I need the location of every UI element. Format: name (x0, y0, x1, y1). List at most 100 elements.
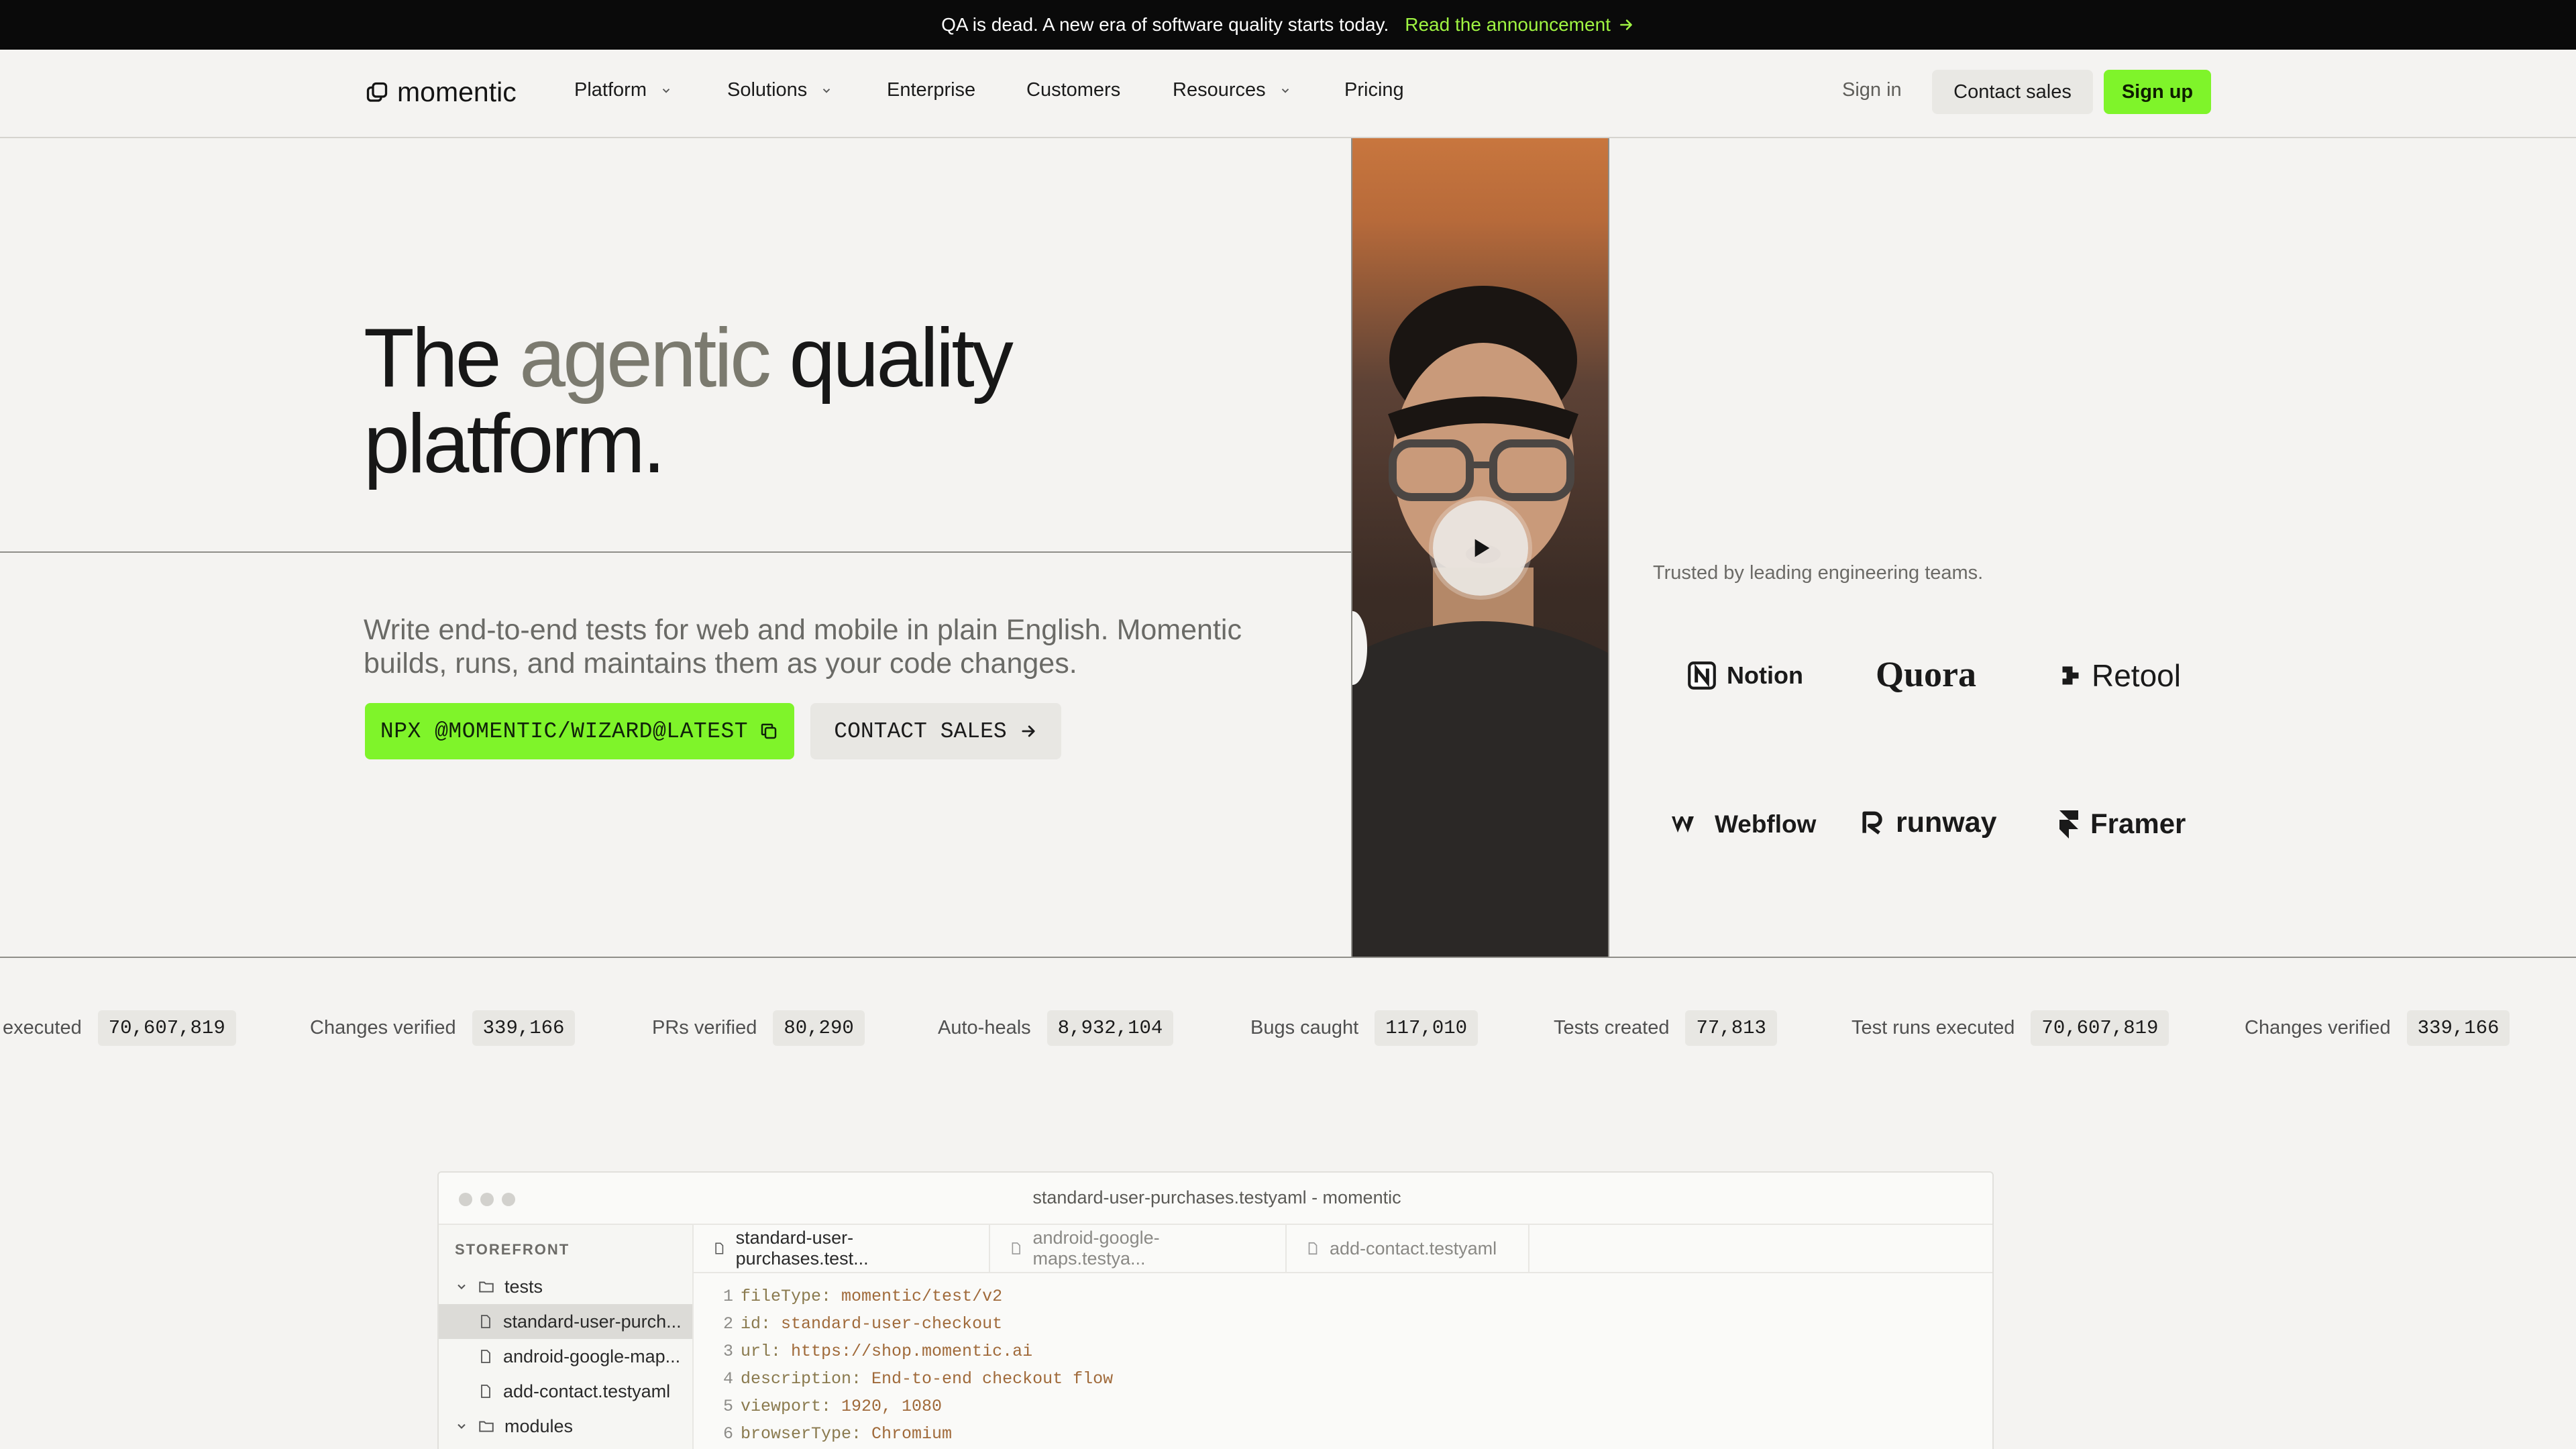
nav-enterprise[interactable]: Enterprise (887, 79, 975, 101)
nav-solutions[interactable]: Solutions (727, 79, 833, 101)
hero-title-part: The (364, 312, 520, 405)
divider (0, 957, 2576, 958)
line-number: 2 (723, 1314, 734, 1334)
tree-folder-tests[interactable]: tests (439, 1269, 692, 1304)
stat-item: Changes verified 339,166 (2245, 1006, 2510, 1049)
file-icon (481, 1315, 490, 1328)
logo[interactable]: momentic (365, 76, 517, 108)
nav-pricing[interactable]: Pricing (1344, 79, 1404, 101)
contact-sales-button[interactable]: Contact sales (1932, 70, 2093, 114)
nav-customers[interactable]: Customers (1026, 79, 1120, 101)
stat-value: 70,607,819 (97, 1010, 236, 1046)
stat-value: 70,607,819 (2031, 1010, 2169, 1046)
stat-label: PRs verified (652, 1016, 757, 1038)
retool-logo-text: Retool (2092, 658, 2181, 693)
quora-logo: Quora (1876, 653, 1976, 695)
play-button[interactable] (1433, 500, 1528, 596)
webflow-icon (1672, 816, 1694, 833)
webflow-logo-text: Webflow (1715, 810, 1817, 838)
code-line: 4 description: End-to-end checkout flow (694, 1365, 1992, 1393)
stat-value: 339,166 (472, 1010, 576, 1046)
hero-contact-sales-label: CONTACT SALES (834, 718, 1007, 744)
nav-platform-label: Platform (574, 79, 647, 101)
announcement-bar: QA is dead. A new era of software qualit… (0, 0, 2576, 50)
tab-label: add-contact.testyaml (1330, 1238, 1497, 1258)
stat-value: 339,166 (2406, 1010, 2510, 1046)
npx-wizard-button[interactable]: NPX @MOMENTIC/WIZARD@LATEST (365, 703, 794, 759)
hero-title: The agentic quality platform. (364, 312, 1014, 487)
code-value: Chromium (861, 1424, 953, 1444)
line-number: 1 (723, 1287, 734, 1306)
copy-icon (761, 723, 777, 739)
line-number: 5 (723, 1397, 734, 1416)
code-value: standard-user-checkout (771, 1314, 1003, 1334)
stat-value: 77,813 (1685, 1010, 1777, 1046)
file-icon (481, 1385, 490, 1398)
notion-logo: Notion (1685, 659, 1803, 692)
tab-standard-user[interactable]: standard-user-purchases.test... (694, 1225, 990, 1272)
stat-label: Bugs caught (1250, 1016, 1359, 1038)
hero-subtitle: Write end-to-end tests for web and mobil… (364, 614, 1242, 680)
chevron-down-icon (458, 1284, 466, 1289)
tab-android-google[interactable]: android-google-maps.testya... (990, 1225, 1287, 1272)
chevron-down-icon (823, 88, 830, 93)
retool-logo: Retool (2059, 657, 2181, 694)
nav-solutions-label: Solutions (727, 79, 808, 101)
nav-customers-label: Customers (1026, 79, 1121, 101)
tree-item-label: tests (504, 1276, 543, 1297)
stat-item: Test runs executed 70,607,819 (1851, 1006, 2169, 1049)
stat-label: executed (3, 1016, 82, 1038)
tree-item-label: android-google-map... (503, 1346, 681, 1366)
tree-item-label: add-contact.testyaml (503, 1381, 671, 1401)
chevron-down-icon (662, 88, 670, 93)
code-key: browserType: (741, 1424, 862, 1444)
sign-up-button[interactable]: Sign up (2104, 70, 2211, 114)
folder-icon (479, 1281, 494, 1293)
framer-logo: Framer (2055, 808, 2186, 840)
code-line: 1 fileType: momentic/test/v2 (694, 1283, 1992, 1310)
stat-item: Bugs caught 117,010 (1250, 1006, 1479, 1049)
stat-value: 80,290 (773, 1010, 865, 1046)
hero-title-part: quality (768, 312, 1013, 405)
logo-text: momentic (397, 76, 517, 107)
runway-icon (1862, 811, 1882, 835)
chevron-down-icon (1281, 88, 1289, 93)
framer-logo-text: Framer (2090, 808, 2186, 839)
stat-value: 117,010 (1375, 1010, 1479, 1046)
editor-titlebar: standard-user-purchases.testyaml - momen… (439, 1173, 1992, 1225)
nav-resources[interactable]: Resources (1173, 79, 1291, 101)
code-value: End-to-end checkout flow (861, 1369, 1114, 1389)
runway-logo-text: runway (1896, 806, 1997, 839)
tree-file-add-contact[interactable]: add-contact.testyaml (439, 1374, 692, 1409)
folder-icon (479, 1421, 494, 1432)
hero-contact-sales-button[interactable]: CONTACT SALES (810, 703, 1061, 759)
notion-icon (1688, 661, 1716, 690)
file-icon (481, 1350, 490, 1363)
retool-icon (2062, 666, 2079, 685)
code-key: url: (741, 1342, 782, 1361)
stat-value: 8,932,104 (1046, 1010, 1174, 1046)
file-icon (715, 1242, 724, 1254)
tree-folder-modules[interactable]: modules (439, 1409, 692, 1444)
momentic-logo-icon (366, 82, 388, 102)
tab-add-contact[interactable]: add-contact.testyaml (1287, 1225, 1529, 1272)
file-explorer: STOREFRONT tests standard-user-purch... … (439, 1225, 694, 1449)
line-number: 3 (723, 1342, 734, 1361)
code-value: momentic/test/v2 (831, 1287, 1003, 1306)
code-editor[interactable]: 1 fileType: momentic/test/v2 2 id: standar… (694, 1273, 1992, 1448)
tree-file-standard-user[interactable]: standard-user-purch... (439, 1304, 692, 1339)
stat-label: Auto-heals (938, 1016, 1031, 1038)
file-icon (1308, 1242, 1318, 1255)
editor-window-title: standard-user-purchases.testyaml - momen… (1032, 1187, 1401, 1208)
tree-item-label: modules (504, 1415, 574, 1436)
nav-platform[interactable]: Platform (574, 79, 672, 101)
announcement-link[interactable]: Read the announcement (1405, 14, 1635, 36)
tree-file-android-google[interactable]: android-google-map... (439, 1339, 692, 1374)
stat-label: Test runs executed (1851, 1016, 2015, 1038)
code-key: fileType: (741, 1287, 832, 1306)
line-number: 4 (723, 1369, 734, 1389)
sign-in-link[interactable]: Sign in (1842, 79, 1902, 101)
code-value: https://shop.momentic.ai (781, 1342, 1033, 1361)
announcement-link-label: Read the announcement (1405, 14, 1611, 35)
explorer-header: STOREFRONT (455, 1241, 570, 1258)
